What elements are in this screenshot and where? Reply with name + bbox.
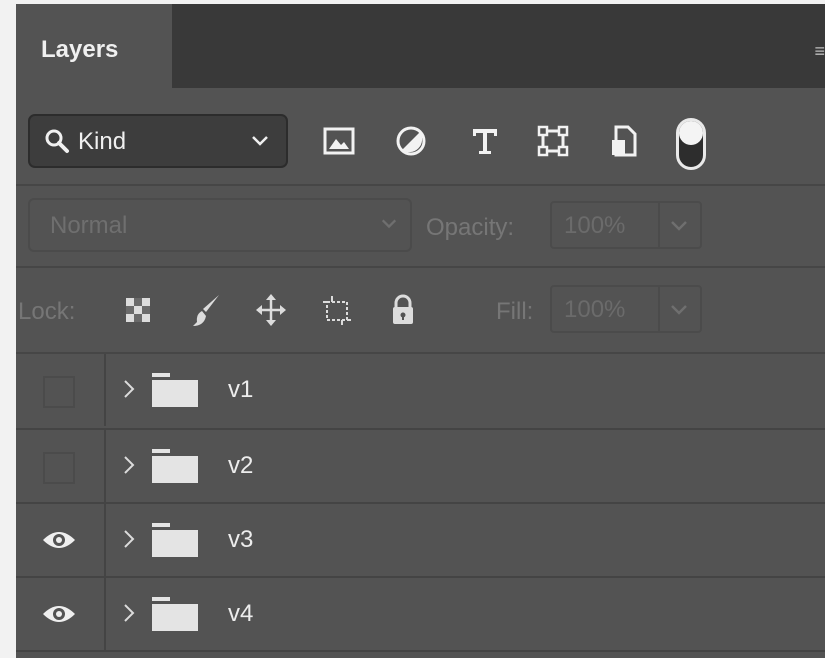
folder-icon xyxy=(152,373,198,407)
visibility-column xyxy=(16,504,106,576)
layers-panel: Layers ≡ Kind Normal Opacity: 100% Lock:… xyxy=(16,4,825,658)
chevron-right-icon[interactable] xyxy=(122,601,136,625)
opacity-value: 100% xyxy=(564,212,626,239)
layer-name[interactable]: v1 xyxy=(228,376,253,404)
visibility-column xyxy=(16,578,106,650)
lock-transparent-pixels-icon[interactable] xyxy=(124,292,154,328)
visibility-toggle[interactable] xyxy=(43,452,75,484)
filter-toggle-switch[interactable] xyxy=(676,118,706,170)
tab-layers[interactable]: Layers xyxy=(16,4,172,88)
lock-all-icon[interactable] xyxy=(388,292,418,328)
type-layer-filter-icon[interactable] xyxy=(468,124,502,158)
chevron-down-icon xyxy=(381,219,397,229)
layer-row-v2[interactable]: v2 xyxy=(16,430,825,502)
visibility-toggle[interactable] xyxy=(43,376,75,408)
layer-name[interactable]: v4 xyxy=(228,600,253,628)
blend-mode-select[interactable]: Normal xyxy=(28,198,412,252)
chevron-down-icon[interactable] xyxy=(669,215,689,235)
toggle-knob xyxy=(679,121,703,145)
lock-image-pixels-icon[interactable] xyxy=(192,292,222,328)
divider xyxy=(16,650,825,652)
layer-row-v3[interactable]: v3 xyxy=(16,504,825,576)
divider xyxy=(658,287,660,331)
eye-icon[interactable] xyxy=(41,529,77,551)
layer-name[interactable]: v3 xyxy=(228,526,253,554)
pixel-layer-filter-icon[interactable] xyxy=(322,124,356,158)
fill-value: 100% xyxy=(564,296,626,323)
fill-field[interactable]: 100% xyxy=(550,285,702,333)
chevron-right-icon[interactable] xyxy=(122,527,136,551)
chevron-down-icon[interactable] xyxy=(669,299,689,319)
eye-icon[interactable] xyxy=(41,603,77,625)
adjustment-layer-filter-icon[interactable] xyxy=(394,124,428,158)
blend-mode-label: Normal xyxy=(50,212,128,239)
folder-icon xyxy=(152,449,198,483)
divider xyxy=(658,203,660,247)
fill-label: Fill: xyxy=(496,298,534,325)
opacity-field[interactable]: 100% xyxy=(550,201,702,249)
lock-position-icon[interactable] xyxy=(256,292,286,328)
filter-kind-label: Kind xyxy=(78,128,127,155)
panel-menu-icon[interactable]: ≡ xyxy=(814,42,825,60)
search-icon xyxy=(45,129,69,153)
visibility-column xyxy=(16,354,106,426)
layer-row-v4[interactable]: v4 xyxy=(16,578,825,650)
shape-layer-filter-icon[interactable] xyxy=(536,124,570,158)
layer-name[interactable]: v2 xyxy=(228,452,253,480)
lock-label: Lock: xyxy=(18,298,76,325)
visibility-column xyxy=(16,430,106,502)
layer-row-v1[interactable]: v1 xyxy=(16,354,825,426)
folder-icon xyxy=(152,523,198,557)
divider xyxy=(16,184,825,186)
chevron-right-icon[interactable] xyxy=(122,377,136,401)
opacity-label: Opacity: xyxy=(426,214,515,241)
smart-object-filter-icon[interactable] xyxy=(608,124,642,158)
filter-kind-select[interactable]: Kind xyxy=(28,114,288,168)
chevron-down-icon xyxy=(252,136,268,146)
panel-tab-bar: Layers ≡ xyxy=(16,4,825,88)
lock-artboard-icon[interactable] xyxy=(322,292,352,328)
divider xyxy=(16,266,825,268)
chevron-right-icon[interactable] xyxy=(122,453,136,477)
folder-icon xyxy=(152,597,198,631)
